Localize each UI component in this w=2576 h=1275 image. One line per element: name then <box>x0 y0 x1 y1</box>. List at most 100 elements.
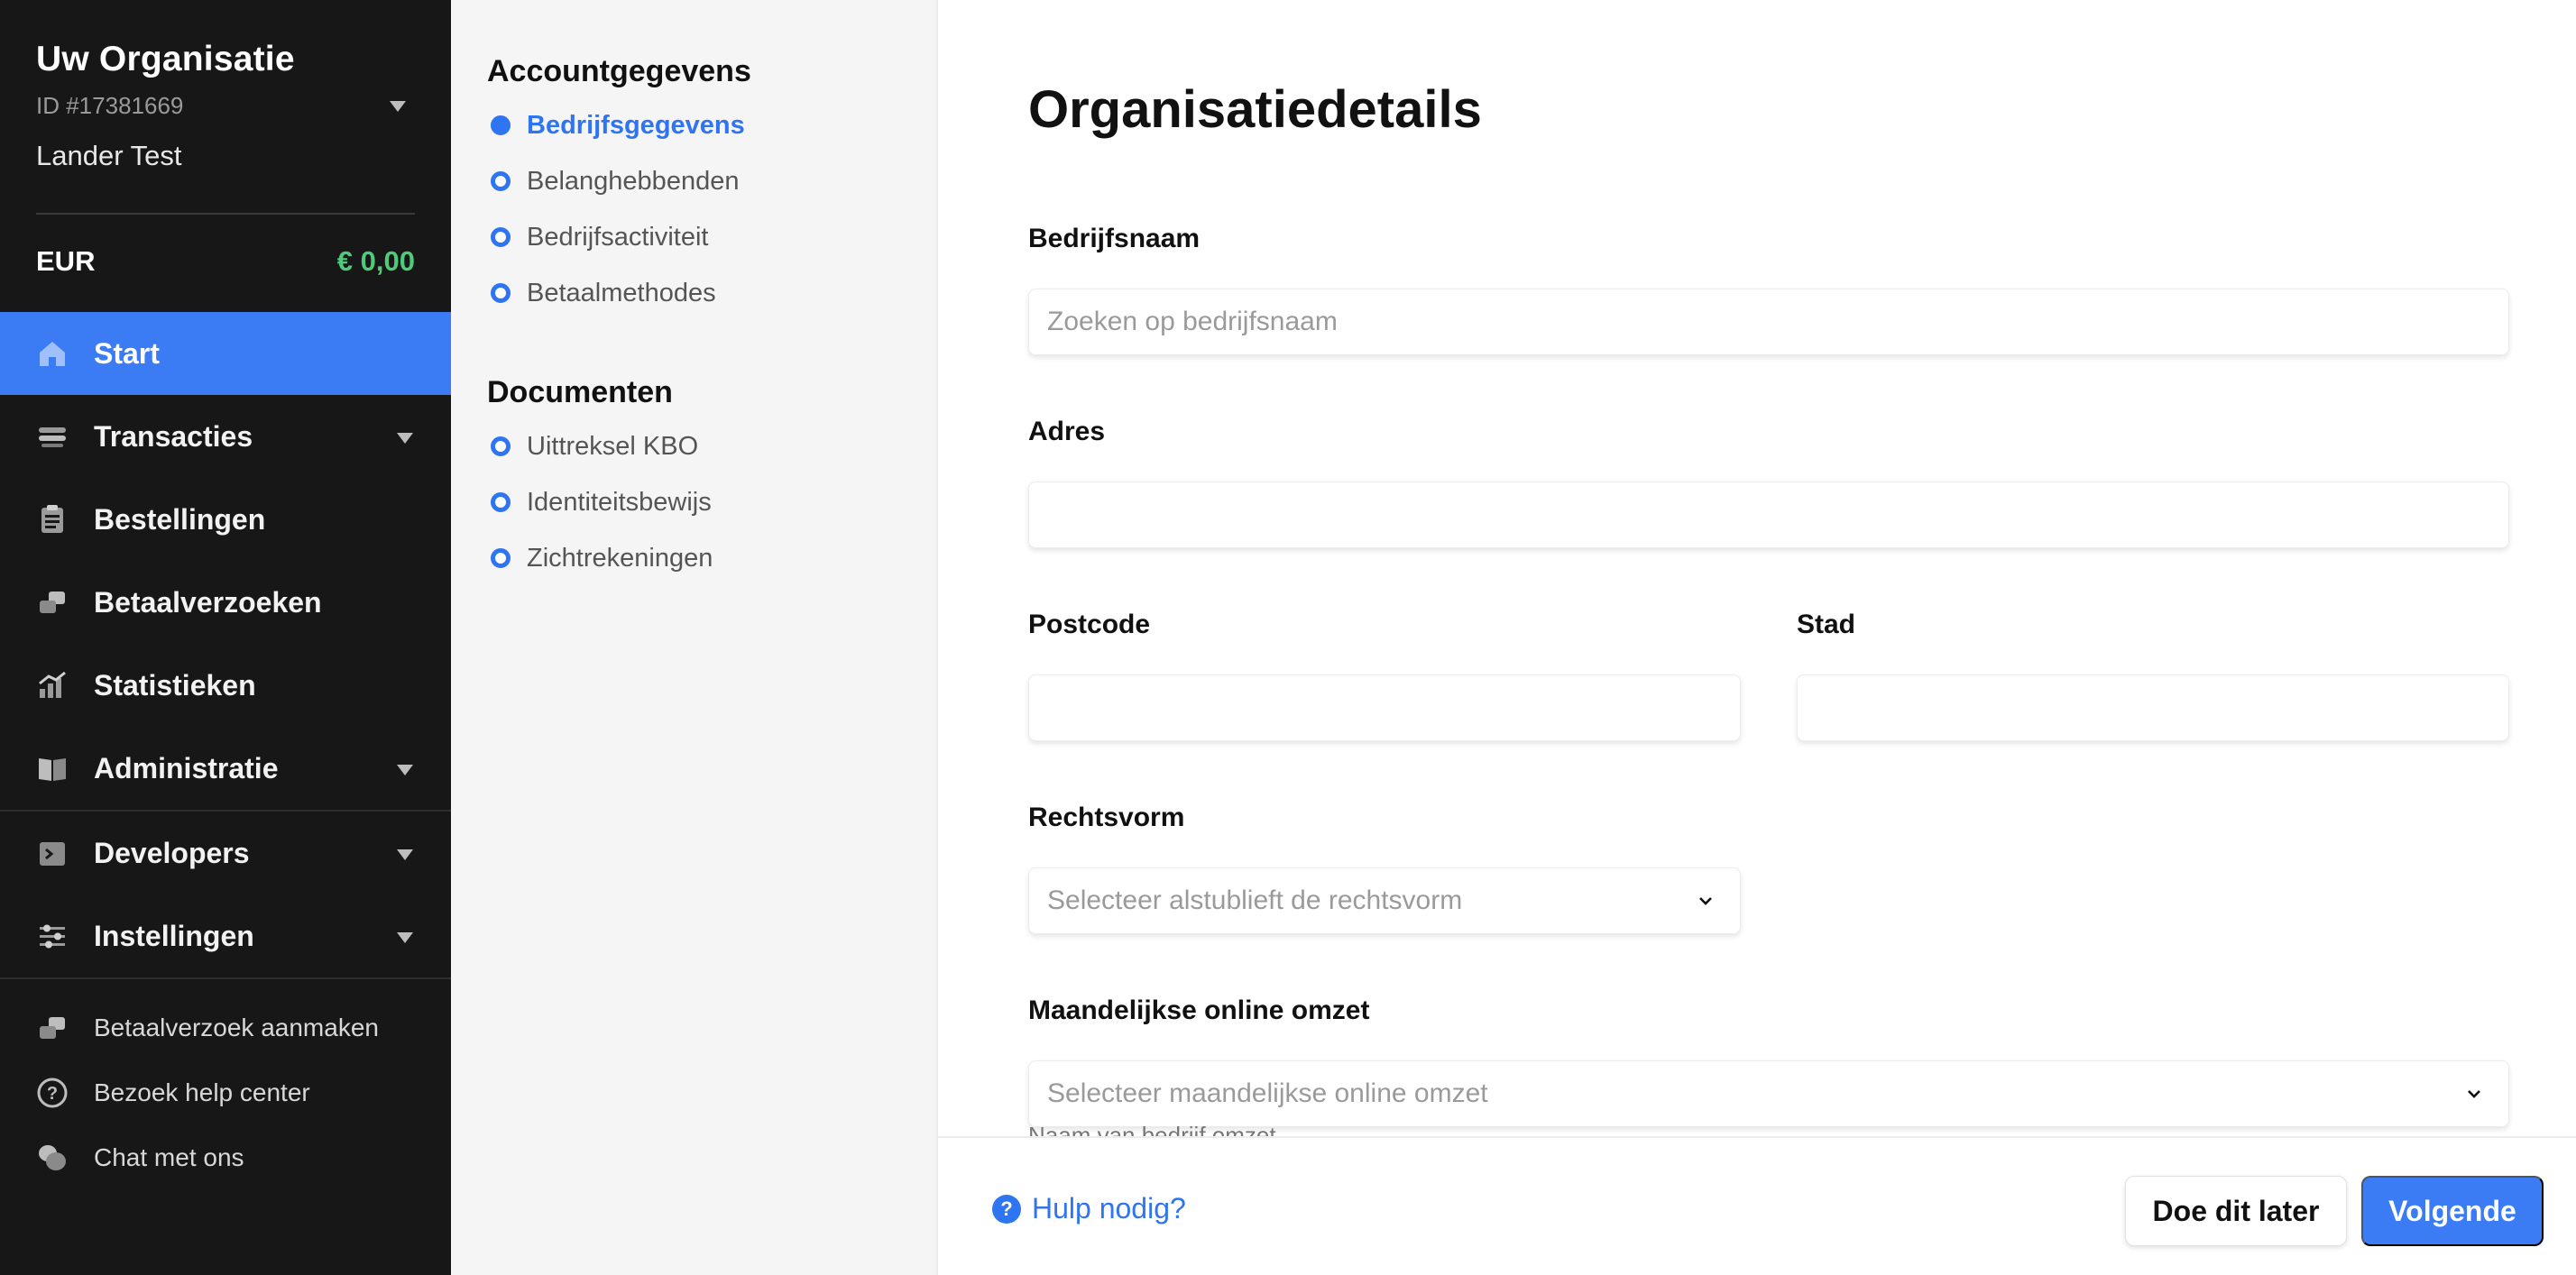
transactions-icon <box>39 427 66 447</box>
step-label: Bedrijfsgegevens <box>527 110 745 140</box>
main-nav: Start Transacties Bestellingen Betaalver… <box>0 312 451 979</box>
field-label: Adres <box>1028 417 1106 446</box>
step-bedrijfsactiviteit[interactable]: Bedrijfsactiviteit <box>487 209 920 265</box>
city-input[interactable] <box>1797 674 2509 741</box>
nav-label: Statistieken <box>94 668 256 702</box>
link-label: Bezoek help center <box>94 1078 310 1106</box>
onboarding-steps: Accountgegevens Bedrijfsgegevens Belangh… <box>451 0 938 1275</box>
terminal-icon <box>40 842 65 866</box>
link-label: Betaalverzoek aanmaken <box>94 1014 379 1041</box>
question-icon: ? <box>37 1078 68 1108</box>
step-dot-icon <box>491 171 511 191</box>
form-footer: ? Hulp nodig? Doe dit later Volgende <box>938 1136 2576 1275</box>
legal-form-select[interactable]: Selecteer alstublieft de rechtsvorm <box>1028 867 1741 934</box>
svg-text:?: ? <box>47 1084 58 1104</box>
chevron-down-icon[interactable] <box>397 932 413 943</box>
account-steps: Accountgegevens Bedrijfsgegevens Belangh… <box>487 54 920 321</box>
help-link[interactable]: ? Hulp nodig? <box>992 1192 1186 1225</box>
help-center-link[interactable]: ? Bezoek help center <box>0 1060 451 1125</box>
step-uittreksel-kbo[interactable]: Uittreksel KBO <box>487 418 920 474</box>
nav-label: Betaalverzoeken <box>94 585 322 619</box>
nav-item-instellingen[interactable]: Instellingen <box>0 894 451 977</box>
chevron-down-icon[interactable] <box>397 849 413 860</box>
nav-item-start[interactable]: Start <box>0 312 451 395</box>
steps-title: Documenten <box>487 375 673 409</box>
step-dot-icon <box>491 115 511 135</box>
step-label: Uittreksel KBO <box>527 431 699 461</box>
book-icon <box>39 758 66 781</box>
step-betaalmethodes[interactable]: Betaalmethodes <box>487 265 920 321</box>
step-zichtrekeningen[interactable]: Zichtrekeningen <box>487 530 920 586</box>
chevron-down-icon <box>2468 1090 2480 1098</box>
select-placeholder: Selecteer alstublieft de rechtsvorm <box>1047 885 1463 915</box>
step-label: Identiteitsbewijs <box>527 487 712 517</box>
step-label: Belanghebbenden <box>527 166 740 196</box>
select-placeholder: Selecteer maandelijkse online omzet <box>1047 1078 1488 1108</box>
home-icon <box>40 342 65 366</box>
chat-icon <box>39 1145 66 1170</box>
question-icon: ? <box>992 1194 1021 1224</box>
chart-icon <box>39 671 66 698</box>
step-dot-icon <box>491 227 511 247</box>
step-bedrijfsgegevens[interactable]: Bedrijfsgegevens <box>487 97 920 153</box>
do-later-button[interactable]: Doe dit later <box>2125 1176 2347 1246</box>
org-name: Uw Organisatie <box>36 40 295 78</box>
link-label: Chat met ons <box>94 1143 244 1171</box>
input-placeholder: Zoeken op bedrijfsnaam <box>1047 307 1338 336</box>
org-switcher[interactable]: Uw Organisatie ID #17381669 Lander Test <box>36 40 415 172</box>
address-input[interactable] <box>1028 482 2509 548</box>
field-label: Rechtsvorm <box>1028 803 1185 832</box>
company-search-input[interactable]: Zoeken op bedrijfsnaam <box>1028 289 2509 355</box>
nav-label: Developers <box>94 836 250 869</box>
legal-form-field: Rechtsvorm Selecteer alstublieft de rech… <box>1028 803 1741 934</box>
settings-sliders-icon <box>40 924 65 949</box>
nav-item-bestellingen[interactable]: Bestellingen <box>0 478 451 561</box>
next-button[interactable]: Volgende <box>2361 1176 2544 1246</box>
org-id: ID #17381669 <box>36 92 184 119</box>
postcode-input[interactable] <box>1028 674 1741 741</box>
chevron-down-icon <box>1699 897 1712 905</box>
nav-label: Start <box>94 336 160 370</box>
app-root: Uw Organisatie ID #17381669 Lander Test … <box>0 0 2576 1275</box>
help-label: Hulp nodig? <box>1032 1192 1186 1225</box>
nav-label: Transacties <box>94 419 253 453</box>
nav-item-statistieken[interactable]: Statistieken <box>0 644 451 727</box>
sidebar: Uw Organisatie ID #17381669 Lander Test … <box>0 0 451 1275</box>
nav-label: Instellingen <box>94 919 254 952</box>
step-belanghebbenden[interactable]: Belanghebbenden <box>487 153 920 209</box>
page-title: Organisatiedetails <box>1028 80 1482 139</box>
balance-row: EUR € 0,00 <box>36 245 415 278</box>
step-dot-icon <box>491 492 511 512</box>
nav-label: Bestellingen <box>94 502 266 536</box>
divider <box>0 977 451 979</box>
chat-link[interactable]: Chat met ons <box>0 1125 451 1190</box>
org-user: Lander Test <box>36 140 182 171</box>
step-label: Betaalmethodes <box>527 278 716 307</box>
steps-title: Accountgegevens <box>487 54 751 88</box>
chevron-down-icon[interactable] <box>390 101 406 112</box>
balance-currency: EUR <box>36 245 96 277</box>
balance-amount: € 0,00 <box>336 245 415 277</box>
step-identiteitsbewijs[interactable]: Identiteitsbewijs <box>487 474 920 530</box>
field-label: Postcode <box>1028 610 1151 639</box>
create-payment-request-link[interactable]: Betaalverzoek aanmaken <box>0 995 451 1060</box>
revenue-select[interactable]: Selecteer maandelijkse online omzet <box>1028 1060 2509 1127</box>
nav-item-betaalverzoeken[interactable]: Betaalverzoeken <box>0 561 451 644</box>
chevron-down-icon[interactable] <box>397 765 413 775</box>
nav-item-administratie[interactable]: Administratie <box>0 727 451 810</box>
step-label: Zichtrekeningen <box>527 543 713 573</box>
step-dot-icon <box>491 436 511 456</box>
company-field: Bedrijfsnaam Zoeken op bedrijfsnaam <box>1028 224 2509 355</box>
payment-request-icon <box>40 1017 65 1039</box>
postcode-field: Postcode <box>1028 610 1741 741</box>
main-content: Organisatiedetails Bedrijfsnaam Zoeken o… <box>938 0 2576 1136</box>
clipboard-icon <box>41 505 63 533</box>
bottom-links: Betaalverzoek aanmaken ? Bezoek help cen… <box>0 995 451 1190</box>
revenue-helper-text: Naam van bedrijf omzet <box>1028 1122 1276 1136</box>
city-field: Stad <box>1797 610 2509 741</box>
address-field: Adres <box>1028 417 2509 548</box>
chevron-down-icon[interactable] <box>397 433 413 444</box>
nav-item-developers[interactable]: Developers <box>0 812 451 894</box>
nav-item-transacties[interactable]: Transacties <box>0 395 451 478</box>
document-steps: Documenten Uittreksel KBO Identiteitsbew… <box>487 375 920 586</box>
